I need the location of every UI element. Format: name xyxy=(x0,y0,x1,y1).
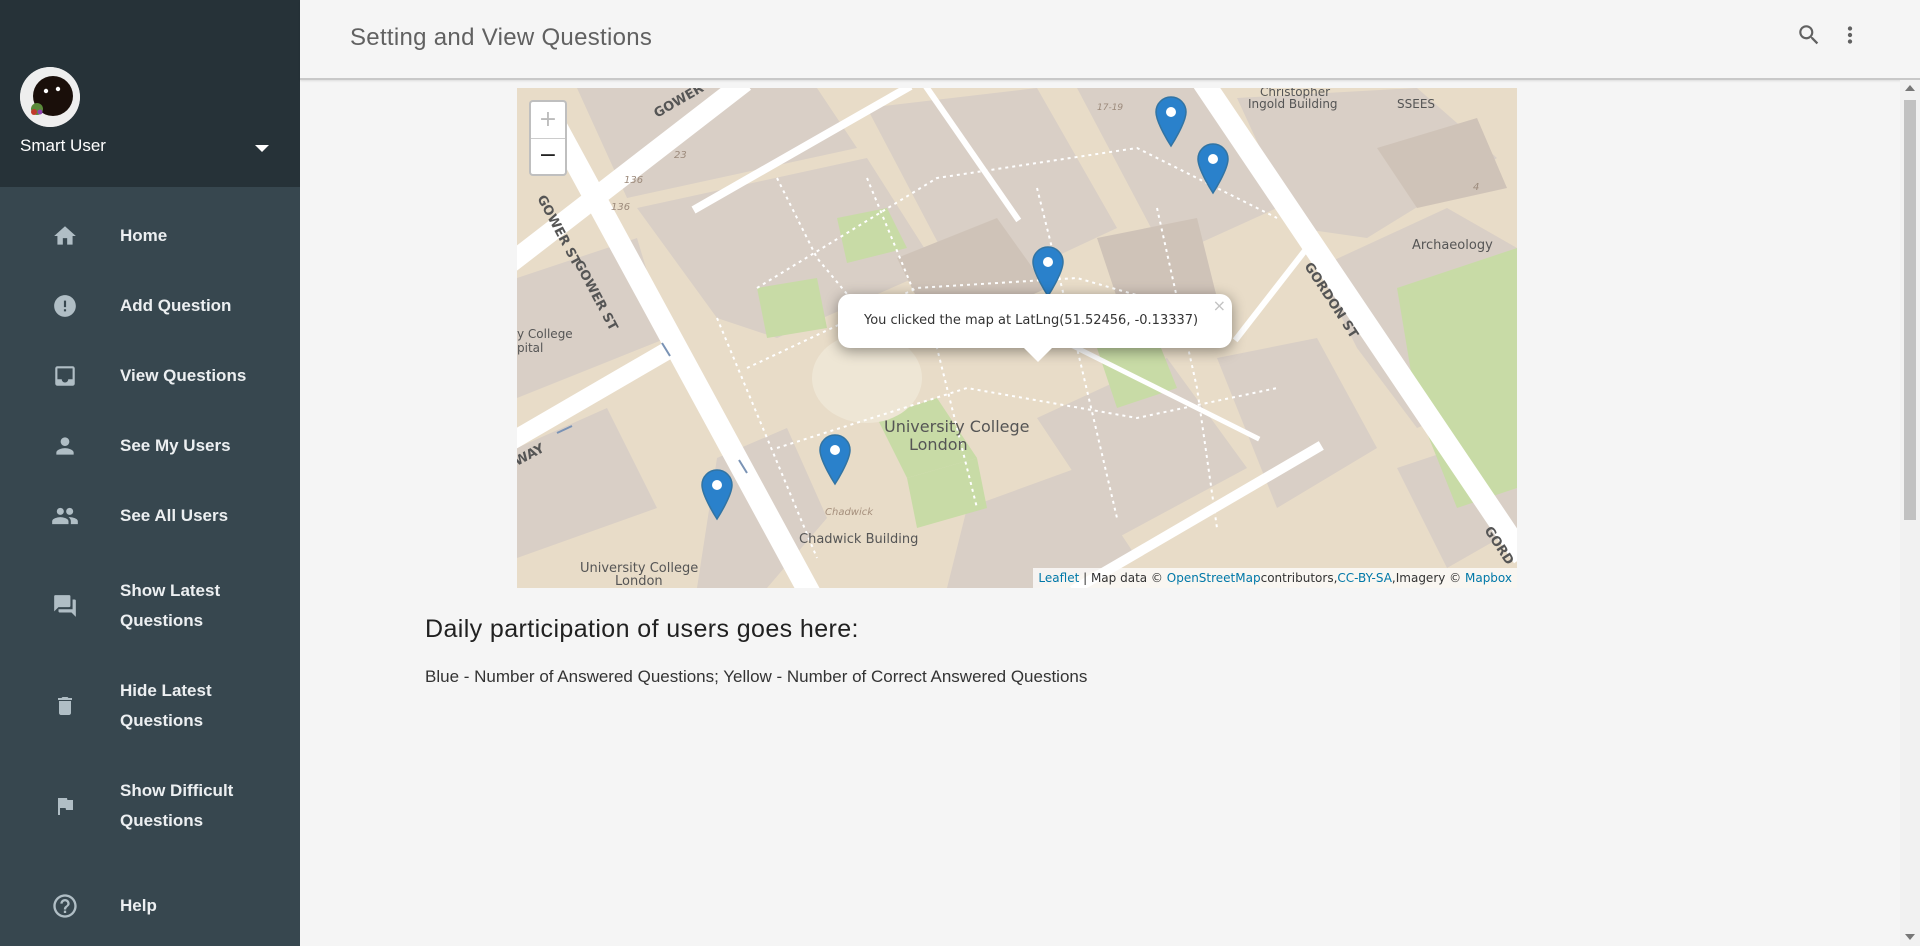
search-icon xyxy=(1799,25,1819,45)
mapbox-link[interactable]: Mapbox xyxy=(1465,571,1512,585)
forum-icon xyxy=(50,591,80,621)
map-label: London xyxy=(615,574,663,588)
map-label: 136 xyxy=(624,175,643,186)
openstreetmap-link[interactable]: OpenStreetMap xyxy=(1167,571,1261,585)
attribution-text: contributors, xyxy=(1260,571,1338,585)
people-icon xyxy=(50,501,80,531)
participation-legend: Blue - Number of Answered Questions; Yel… xyxy=(425,667,1088,686)
sidebar: Smart User Home Add Question View Questi… xyxy=(0,0,300,946)
flag-icon xyxy=(50,791,80,821)
zoom-control: + − xyxy=(529,100,567,176)
sidebar-item-label: Help xyxy=(120,896,157,915)
sidebar-item-add-question[interactable]: Add Question xyxy=(0,276,300,336)
more-options-button[interactable] xyxy=(1835,20,1865,50)
more-vert-icon xyxy=(1847,26,1853,44)
map-marker[interactable] xyxy=(701,469,733,521)
sidebar-item-show-latest-questions[interactable]: Show Latest Questions xyxy=(0,576,300,646)
user-menu-dropdown[interactable] xyxy=(250,136,274,160)
map-marker[interactable] xyxy=(1032,246,1064,298)
map-marker-icon xyxy=(819,434,851,486)
map-popup: You clicked the map at LatLng(51.52456, … xyxy=(838,294,1232,362)
map-marker-icon xyxy=(1155,96,1187,148)
inbox-icon xyxy=(50,361,80,391)
map-label: 23 xyxy=(674,150,687,161)
help-icon xyxy=(50,891,80,921)
sidebar-item-label: Show Latest Questions xyxy=(120,581,221,630)
app-header: Setting and View Questions xyxy=(300,0,1920,80)
popup-text: You clicked the map at LatLng(51.52456, … xyxy=(864,313,1199,328)
search-button[interactable] xyxy=(1794,20,1824,50)
map-attribution: Leaflet | Map data © OpenStreetMapcontri… xyxy=(1033,568,1517,588)
map-label: 4 xyxy=(1473,182,1479,193)
sidebar-item-see-my-users[interactable]: See My Users xyxy=(0,416,300,476)
scroll-down-icon[interactable] xyxy=(1905,934,1915,940)
map-label: pital xyxy=(517,341,543,355)
sidebar-item-label: Show Difficult Questions xyxy=(120,781,234,830)
map-marker[interactable] xyxy=(1197,143,1229,195)
map-marker[interactable] xyxy=(819,434,851,486)
home-icon xyxy=(50,221,80,251)
map-label: 17-19 xyxy=(1097,103,1123,113)
participation-heading: Daily participation of users goes here: xyxy=(425,615,859,643)
sidebar-item-home[interactable]: Home xyxy=(0,206,300,266)
map-marker-icon xyxy=(701,469,733,521)
person-icon xyxy=(50,431,80,461)
scroll-up-icon[interactable] xyxy=(1905,85,1915,91)
sidebar-item-view-questions[interactable]: View Questions xyxy=(0,346,300,406)
caret-down-icon xyxy=(255,144,269,152)
alert-circle-icon xyxy=(50,291,80,321)
sidebar-item-label: See My Users xyxy=(120,436,231,455)
popup-close-button[interactable]: × xyxy=(1213,298,1226,314)
sidebar-item-show-difficult-questions[interactable]: Show Difficult Questions xyxy=(0,776,300,846)
attribution-text: | Map data © xyxy=(1079,571,1167,585)
cc-by-sa-link[interactable]: CC-BY-SA xyxy=(1337,571,1392,585)
map-marker-icon xyxy=(1197,143,1229,195)
sidebar-header: Smart User xyxy=(0,0,300,187)
map-label: University College xyxy=(884,417,1030,436)
leaflet-link[interactable]: Leaflet xyxy=(1038,571,1079,585)
scroll-thumb[interactable] xyxy=(1904,100,1916,520)
sidebar-item-label: See All Users xyxy=(120,506,229,525)
map-label: SSEES xyxy=(1397,97,1435,111)
map-label: Chadwick xyxy=(825,507,874,518)
map-label: 136 xyxy=(611,202,630,213)
avatar[interactable] xyxy=(20,67,80,127)
map-marker[interactable] xyxy=(1155,96,1187,148)
attribution-text: ,Imagery © xyxy=(1391,571,1465,585)
sidebar-item-label: Hide Latest Questions xyxy=(120,681,212,730)
map[interactable]: University College London University Col… xyxy=(517,88,1517,588)
map-label: Chadwick Building xyxy=(799,532,918,547)
trash-icon xyxy=(50,691,80,721)
map-marker-icon xyxy=(1032,246,1064,298)
map-label: Ingold Building xyxy=(1248,97,1338,111)
map-label: y College xyxy=(517,327,573,341)
sidebar-item-help[interactable]: Help xyxy=(0,876,300,936)
page-title: Setting and View Questions xyxy=(350,24,653,51)
sidebar-item-label: Add Question xyxy=(120,296,232,315)
scrollbar[interactable] xyxy=(1900,80,1920,946)
map-label: Archaeology xyxy=(1412,238,1493,253)
zoom-out-button[interactable]: − xyxy=(531,138,565,174)
sidebar-item-label: Home xyxy=(120,226,168,245)
popup-tip xyxy=(1024,348,1052,362)
zoom-in-button[interactable]: + xyxy=(531,102,565,139)
sidebar-item-hide-latest-questions[interactable]: Hide Latest Questions xyxy=(0,676,300,746)
sidebar-item-see-all-users[interactable]: See All Users xyxy=(0,486,300,546)
map-label: London xyxy=(909,435,968,454)
sidebar-item-label: View Questions xyxy=(120,366,247,385)
username: Smart User xyxy=(20,136,106,155)
